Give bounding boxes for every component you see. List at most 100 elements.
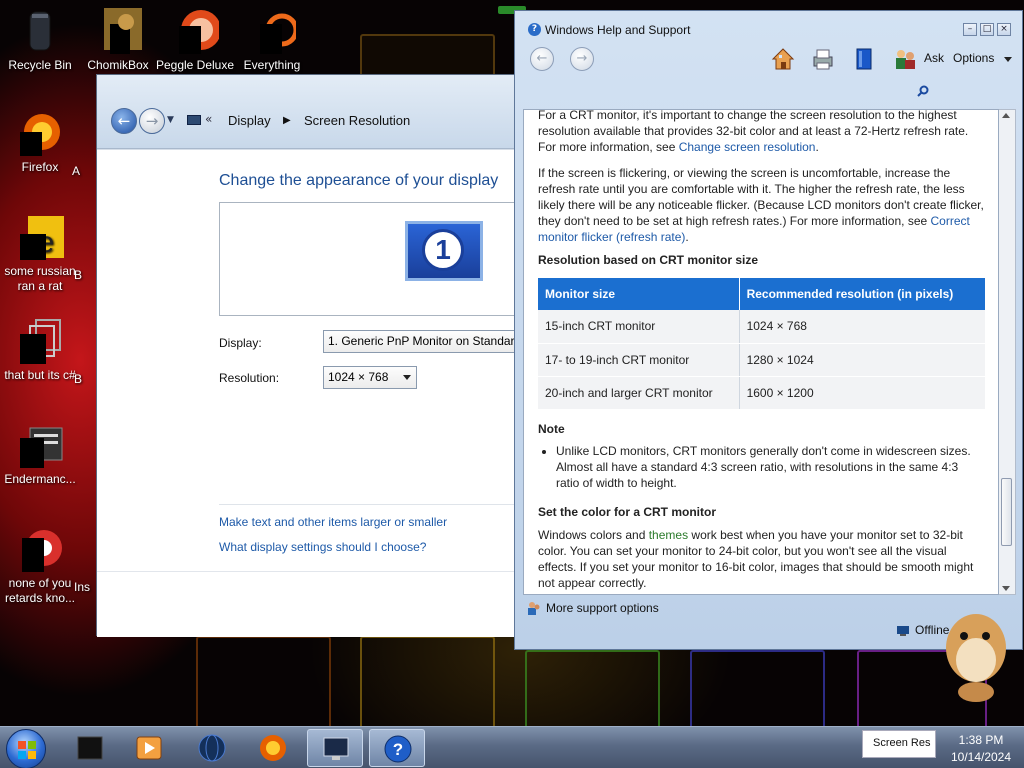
desktop-icon-label: Firefox (21, 160, 59, 174)
explorer-icon (77, 736, 103, 760)
display-settings-body: Change the appearance of your display 1 … (97, 149, 523, 637)
chevron-down-icon (1004, 57, 1012, 62)
start-button[interactable] (6, 729, 46, 768)
table-cell: 15-inch CRT monitor (538, 310, 740, 344)
scrollbar-thumb[interactable] (1001, 478, 1012, 546)
everything-search-icon (248, 8, 299, 54)
article-paragraph: If the screen is flickering, or viewing … (538, 165, 988, 245)
desktop-icon-recycle-bin[interactable]: Recycle Bin (0, 8, 80, 73)
desktop-icon-peggle[interactable]: Peggle Deluxe (155, 8, 235, 73)
desktop-icon-chomikbox[interactable]: ChomikBox (78, 8, 158, 73)
paragraph-text: Windows colors and (538, 528, 649, 542)
scroll-up-icon[interactable] (1002, 113, 1010, 118)
breadcrumb-separator-icon[interactable]: ▶ (283, 115, 291, 126)
taskbar-firefox-button[interactable] (245, 729, 301, 767)
monitor-preview-area: 1 (219, 202, 523, 316)
chomikbox-icon (94, 8, 142, 54)
monitor-tile[interactable]: 1 (405, 221, 483, 281)
maximize-button[interactable]: □ (980, 23, 994, 36)
resolution-select[interactable]: 1024 × 768 (323, 366, 417, 389)
divider (219, 504, 523, 505)
help-icon: ? (384, 735, 412, 763)
forward-arrow-icon: → (576, 51, 588, 66)
desktop-icon-endermanch[interactable]: Endermanc... (0, 422, 80, 487)
offline-icon (896, 625, 910, 637)
recycle-bin-icon (16, 8, 64, 54)
breadcrumb-display[interactable]: Display (228, 113, 271, 128)
table-cell: 20-inch and larger CRT monitor (538, 376, 740, 410)
table-row: 15-inch CRT monitor 1024 × 768 (538, 310, 985, 344)
breadcrumb-screen-resolution[interactable]: Screen Resolution (304, 113, 410, 128)
ask-button[interactable]: Ask (924, 51, 944, 65)
firefox-icon (16, 110, 64, 156)
paragraph-text: If the screen is flickering, or viewing … (538, 166, 984, 228)
chevron-down-icon (403, 375, 411, 380)
people-icon (527, 601, 541, 615)
text-size-link[interactable]: Make text and other items larger or smal… (219, 515, 447, 529)
forward-button[interactable]: → (570, 47, 594, 71)
options-button[interactable]: Options (953, 51, 994, 65)
table-header-row: Monitor size Recommended resolution (in … (538, 278, 985, 310)
thumbnail-label: Screen Res (873, 737, 931, 749)
file-icon: e (16, 214, 64, 260)
clock-date[interactable]: 10/14/2024 (946, 750, 1016, 764)
desktop-icon-everything[interactable]: Everything (232, 8, 312, 73)
crt-resolution-table: Monitor size Recommended resolution (in … (538, 278, 985, 410)
display-select[interactable]: 1. Generic PnP Monitor on Standard (323, 330, 523, 353)
svg-text:?: ? (393, 740, 403, 759)
table-cell: 1024 × 768 (739, 310, 985, 344)
print-icon[interactable] (811, 47, 835, 71)
section-heading: Note (538, 422, 565, 436)
taskbar-explorer-button[interactable] (62, 729, 118, 767)
change-resolution-link[interactable]: Change screen resolution (679, 140, 816, 154)
back-button[interactable]: ← (530, 47, 554, 71)
forward-arrow-icon: → (145, 112, 159, 130)
clock-time[interactable]: 1:38 PM (946, 733, 1016, 747)
media-player-icon (136, 736, 162, 760)
taskbar-display-button[interactable] (307, 729, 363, 767)
section-heading: Resolution based on CRT monitor size (538, 253, 759, 267)
scroll-down-icon[interactable] (1002, 586, 1010, 591)
desktop-icon-label: ChomikBox (87, 58, 149, 72)
back-button[interactable]: ← (111, 108, 137, 134)
window-title: Windows Help and Support (545, 23, 691, 37)
address-bar: ← → ▼ « Display ▶ Screen Resolution (97, 75, 521, 149)
title-bar[interactable]: ? Windows Help and Support – □ × (515, 11, 1022, 41)
desktop-icon-label: Everything (243, 58, 301, 72)
globe-icon (198, 734, 226, 762)
minimize-button[interactable]: – (963, 23, 977, 36)
taskbar-globe-button[interactable] (184, 729, 240, 767)
back-arrow-icon: ← (117, 112, 131, 130)
monitor-number: 1 (422, 229, 464, 271)
more-support-options-button[interactable]: More support options (546, 601, 659, 615)
forward-button[interactable]: → (139, 108, 165, 134)
table-cell: 17- to 19-inch CRT monitor (538, 343, 740, 377)
recent-pages-dropdown-icon[interactable]: ▼ (167, 115, 174, 125)
column-header: Monitor size (538, 278, 740, 310)
column-header: Recommended resolution (in pixels) (739, 278, 985, 310)
taskbar-media-player-button[interactable] (121, 729, 177, 767)
folder-icon (16, 318, 64, 364)
desktop-icon-label: Peggle Deluxe (155, 58, 235, 72)
ask-icon[interactable] (893, 47, 917, 71)
monitor-icon (323, 737, 349, 760)
table-cell: 1600 × 1200 (739, 376, 985, 410)
breadcrumb-overflow-icon[interactable]: « (205, 112, 212, 126)
chrome-icon (16, 526, 64, 572)
scrollbar[interactable] (999, 109, 1016, 595)
display-settings-help-link[interactable]: What display settings should I choose? (219, 540, 426, 554)
themes-link[interactable]: themes (649, 528, 688, 542)
resolution-value: 1024 × 768 (328, 370, 389, 384)
taskbar-help-button[interactable]: ? (369, 729, 425, 767)
browse-help-icon[interactable] (852, 47, 876, 71)
bullet-icon (542, 450, 546, 454)
app-icon (16, 422, 64, 468)
control-panel-icon (187, 115, 201, 125)
search-icon[interactable] (917, 85, 929, 97)
display-label: Display: (219, 336, 262, 350)
close-button[interactable]: × (997, 23, 1011, 36)
background-tile (690, 650, 825, 726)
taskbar-thumbnail-preview[interactable]: Screen Res (862, 730, 936, 758)
article-paragraph: Windows colors and themes work best when… (538, 527, 988, 591)
home-icon[interactable] (771, 47, 795, 71)
